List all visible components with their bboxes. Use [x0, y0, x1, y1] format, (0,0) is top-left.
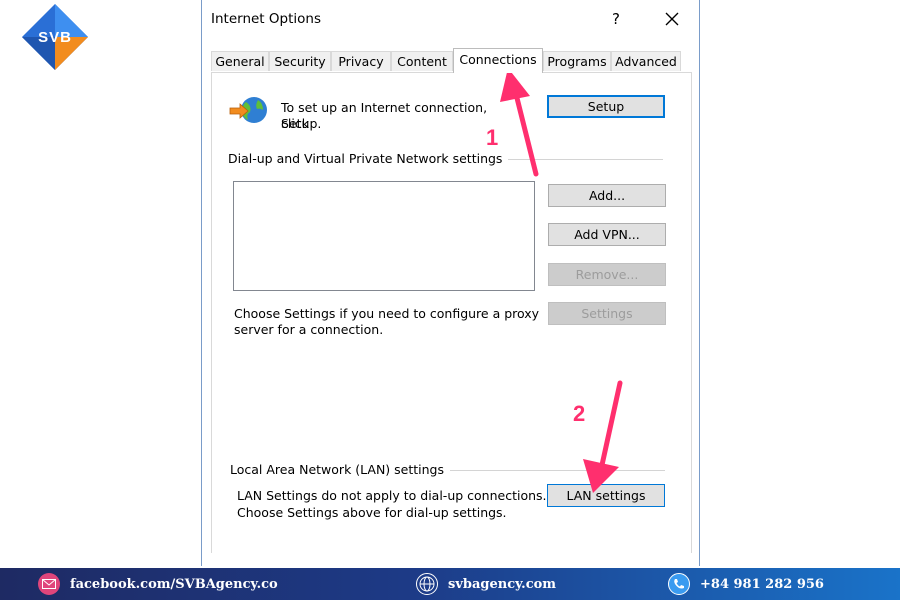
add-button[interactable]: Add...	[548, 184, 666, 207]
footer-phone-text: +84 981 282 956	[700, 576, 824, 592]
annotation-arrow-2-icon	[583, 380, 623, 493]
title-bar: Internet Options ?	[202, 0, 699, 38]
footer-facebook-text: facebook.com/SVBAgency.co	[70, 576, 278, 592]
settings-button[interactable]: Settings	[548, 302, 666, 325]
lan-section-label: Local Area Network (LAN) settings	[230, 462, 451, 477]
annotation-step-2: 2	[573, 401, 586, 426]
tab-content[interactable]: Content	[391, 51, 453, 71]
tab-general[interactable]: General	[211, 51, 269, 71]
lan-text-line2: Choose Settings above for dial-up settin…	[237, 505, 507, 520]
close-icon	[665, 12, 679, 26]
close-button[interactable]	[657, 8, 687, 30]
remove-button[interactable]: Remove...	[548, 263, 666, 286]
help-button[interactable]: ?	[602, 8, 630, 30]
add-vpn-button[interactable]: Add VPN...	[548, 223, 666, 246]
logo-text: SVB	[38, 29, 72, 46]
annotation-arrow-1-icon	[500, 68, 539, 177]
tab-strip: General Security Privacy Content Connect…	[211, 48, 691, 73]
annotation-step-1: 1	[486, 125, 499, 150]
footer-bar: facebook.com/SVBAgency.co svbagency.com …	[0, 568, 900, 600]
proxy-text-line2: server for a connection.	[234, 322, 384, 337]
tab-connections[interactable]: Connections	[453, 48, 543, 73]
phone-icon	[668, 573, 690, 595]
tab-security[interactable]: Security	[269, 51, 331, 71]
footer-website-text: svbagency.com	[448, 576, 557, 592]
footer-website[interactable]: svbagency.com	[416, 568, 556, 600]
setup-text-line2: Setup.	[281, 116, 322, 131]
window-title: Internet Options	[211, 11, 321, 27]
connections-listbox[interactable]	[233, 181, 535, 291]
tab-privacy[interactable]: Privacy	[331, 51, 391, 71]
footer-phone[interactable]: +84 981 282 956	[668, 568, 824, 600]
dialup-section-label: Dial-up and Virtual Private Network sett…	[228, 151, 509, 166]
svb-logo: SVB	[20, 2, 90, 72]
setup-button[interactable]: Setup	[547, 95, 665, 118]
lan-text-line1: LAN Settings do not apply to dial-up con…	[237, 488, 547, 503]
globe-icon	[228, 94, 270, 128]
footer-facebook[interactable]: facebook.com/SVBAgency.co	[38, 568, 278, 600]
proxy-text-line1: Choose Settings if you need to configure…	[234, 306, 540, 321]
tab-advanced[interactable]: Advanced	[611, 51, 681, 71]
mail-icon	[38, 573, 60, 595]
globe-outline-icon	[416, 573, 438, 595]
